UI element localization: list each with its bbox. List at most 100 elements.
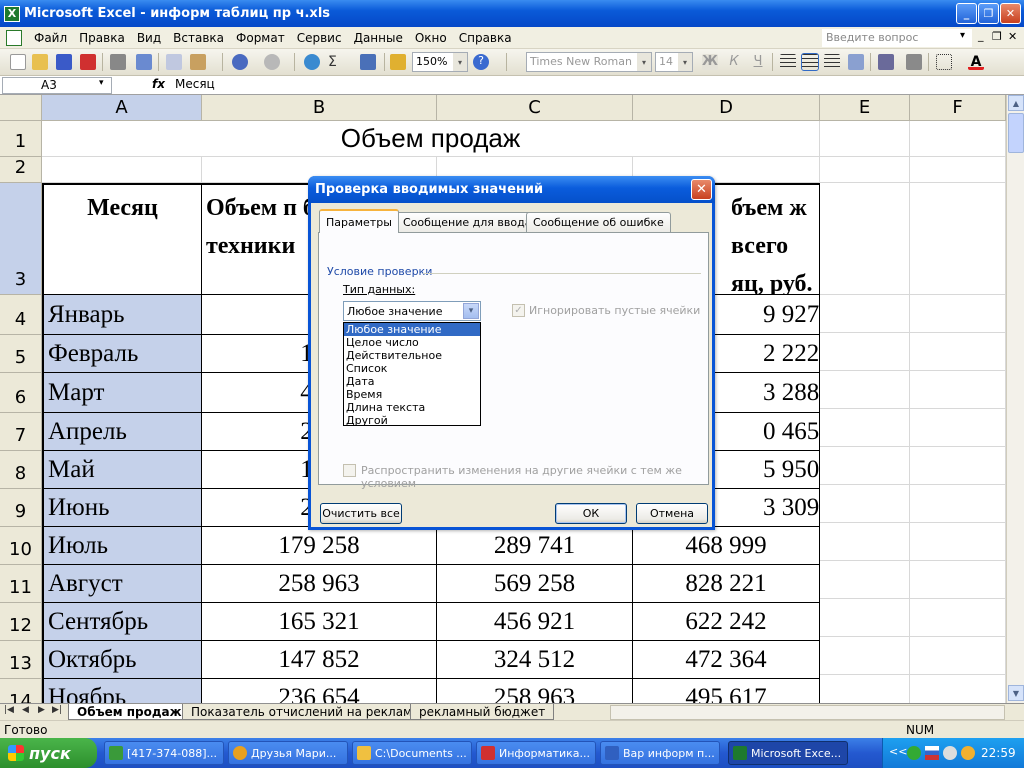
next-sheet-icon[interactable]: ▶ xyxy=(38,705,45,715)
hyperlink-icon[interactable] xyxy=(304,54,320,70)
align-left-icon[interactable] xyxy=(780,54,796,70)
row-header[interactable]: 6 xyxy=(0,373,42,413)
copy-icon[interactable] xyxy=(166,54,182,70)
sheet-title-cell[interactable]: Объем продаж xyxy=(42,121,820,157)
row-header[interactable]: 8 xyxy=(0,451,42,489)
select-all-corner[interactable] xyxy=(0,95,42,121)
cell[interactable] xyxy=(820,157,910,183)
tray-app-icon[interactable] xyxy=(961,746,975,760)
row-header[interactable]: 3 xyxy=(0,183,42,295)
menu-tools[interactable]: Сервис xyxy=(291,31,348,45)
value-cell[interactable]: 324 512 xyxy=(437,641,633,679)
name-box-arrow-icon[interactable]: ▾ xyxy=(99,78,104,88)
row-header[interactable]: 9 xyxy=(0,489,42,527)
last-sheet-icon[interactable]: ▶| xyxy=(52,705,62,715)
row-header[interactable]: 14 xyxy=(0,679,42,703)
value-cell[interactable]: 179 258 xyxy=(202,527,437,565)
font-select[interactable]: Times New Roman ▾ xyxy=(526,52,652,72)
value-cell[interactable]: 472 364 xyxy=(633,641,820,679)
row-header[interactable]: 7 xyxy=(0,413,42,451)
paste-icon[interactable] xyxy=(190,54,206,70)
cell[interactable] xyxy=(820,183,910,295)
data-type-select[interactable]: Любое значение ▾ xyxy=(343,301,481,321)
cell[interactable] xyxy=(910,157,1006,183)
sheet-tab-sales[interactable]: Объем продаж xyxy=(68,704,191,720)
option-custom[interactable]: Другой xyxy=(344,414,480,427)
zoom-select[interactable]: 150% ▾ xyxy=(412,52,468,72)
menu-view[interactable]: Вид xyxy=(131,31,167,45)
doc-close-button[interactable]: ✕ xyxy=(1008,30,1017,43)
cell[interactable] xyxy=(910,183,1006,295)
value-cell[interactable]: 258 963 xyxy=(202,565,437,603)
apply-all-checkbox[interactable] xyxy=(343,464,356,477)
decrease-decimal-icon[interactable] xyxy=(878,54,894,70)
indent-icon[interactable] xyxy=(906,54,922,70)
row-header[interactable]: 2 xyxy=(0,157,42,183)
volume-icon[interactable] xyxy=(943,746,957,760)
first-sheet-icon[interactable]: |◀ xyxy=(4,705,14,715)
horizontal-scrollbar[interactable] xyxy=(610,705,1005,720)
menu-data[interactable]: Данные xyxy=(348,31,409,45)
function-icon[interactable]: fx xyxy=(152,77,165,91)
month-cell[interactable]: Март xyxy=(42,373,202,413)
month-cell[interactable]: Июль xyxy=(42,527,202,565)
new-icon[interactable] xyxy=(10,54,26,70)
cell[interactable] xyxy=(820,121,910,157)
menu-help[interactable]: Справка xyxy=(453,31,518,45)
column-header-d[interactable]: D xyxy=(633,95,820,121)
value-cell[interactable]: 622 242 xyxy=(633,603,820,641)
bold-button[interactable]: Ж xyxy=(702,54,718,70)
ignore-blank-checkbox[interactable]: ✓ xyxy=(512,304,525,317)
column-header-e[interactable]: E xyxy=(820,95,910,121)
open-icon[interactable] xyxy=(32,54,48,70)
chevron-down-icon[interactable]: ▾ xyxy=(463,303,479,319)
menu-insert[interactable]: Вставка xyxy=(167,31,230,45)
language-flag-icon[interactable] xyxy=(925,746,939,760)
option-list[interactable]: Список xyxy=(344,362,480,375)
align-center-icon[interactable] xyxy=(801,53,819,71)
month-cell[interactable]: Июнь xyxy=(42,489,202,527)
undo-icon[interactable] xyxy=(232,54,248,70)
scroll-down-icon[interactable]: ▼ xyxy=(1008,685,1024,701)
tray-icq-icon[interactable] xyxy=(907,746,921,760)
tray-collapse-icon[interactable]: << xyxy=(889,745,907,758)
align-right-icon[interactable] xyxy=(824,54,840,70)
row-header[interactable]: 5 xyxy=(0,335,42,373)
document-icon[interactable] xyxy=(6,29,22,46)
option-decimal[interactable]: Действительное xyxy=(344,349,480,362)
column-header-b[interactable]: B xyxy=(202,95,437,121)
ask-question-input[interactable]: Введите вопрос xyxy=(822,29,972,47)
clear-all-button[interactable]: Очистить все xyxy=(320,503,402,524)
value-cell[interactable]: 236 654 xyxy=(202,679,437,703)
option-whole-number[interactable]: Целое число xyxy=(344,336,480,349)
option-text-length[interactable]: Длина текста xyxy=(344,401,480,414)
month-cell[interactable]: Апрель xyxy=(42,413,202,451)
value-cell[interactable]: 828 221 xyxy=(633,565,820,603)
column-header-c[interactable]: C xyxy=(437,95,633,121)
row-header[interactable]: 10 xyxy=(0,527,42,565)
taskbar-item[interactable]: [417-374-088]... xyxy=(104,741,224,765)
borders-icon[interactable] xyxy=(936,54,952,70)
tab-input-message[interactable]: Сообщение для ввода xyxy=(396,212,539,232)
prev-sheet-icon[interactable]: ◀ xyxy=(22,705,29,715)
value-cell[interactable]: 456 921 xyxy=(437,603,633,641)
month-cell[interactable]: Февраль xyxy=(42,335,202,373)
value-cell[interactable]: 468 999 xyxy=(633,527,820,565)
ask-dropdown-arrow-icon[interactable]: ▾ xyxy=(960,30,965,41)
autosum-icon[interactable]: Σ xyxy=(328,54,344,70)
cell[interactable] xyxy=(42,157,202,183)
taskbar-item-active[interactable]: Microsoft Exce... xyxy=(728,741,848,765)
month-cell[interactable]: Август xyxy=(42,565,202,603)
chart-wizard-icon[interactable] xyxy=(390,54,406,70)
row-header[interactable]: 11 xyxy=(0,565,42,603)
redo-icon[interactable] xyxy=(264,54,280,70)
month-cell[interactable]: Май xyxy=(42,451,202,489)
minimize-button[interactable]: _ xyxy=(956,3,977,24)
preview-icon[interactable] xyxy=(136,54,152,70)
font-size-select[interactable]: 14 ▾ xyxy=(655,52,693,72)
vertical-scrollbar[interactable]: ▲ ▼ xyxy=(1006,95,1024,703)
dialog-close-button[interactable]: ✕ xyxy=(691,179,712,200)
option-date[interactable]: Дата xyxy=(344,375,480,388)
header-cell-month[interactable]: Месяц xyxy=(42,183,202,295)
tab-settings[interactable]: Параметры xyxy=(319,209,399,233)
